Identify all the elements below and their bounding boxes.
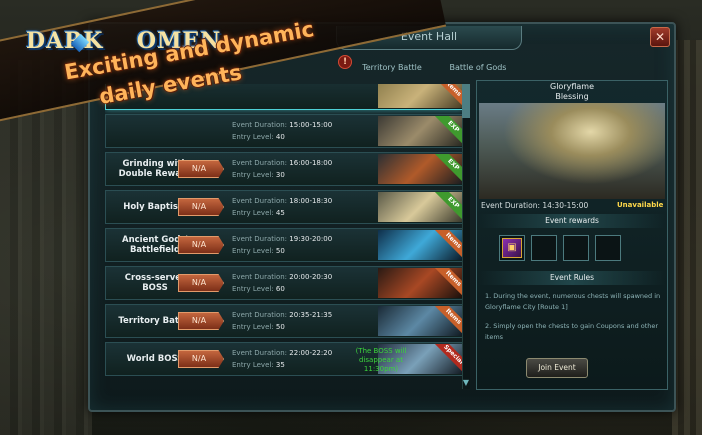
close-button[interactable]: ✕ <box>650 27 670 47</box>
event-thumbnail: Items <box>378 84 462 108</box>
event-info: Event Duration: 16:00-18:00 Entry Level: … <box>232 157 332 181</box>
event-list: Items Event Duration: 15:00-15:00 Entry Le… <box>105 84 463 389</box>
event-status-button[interactable]: N/A <box>178 236 224 254</box>
event-info: Event Duration: 18:00-18:30 Entry Level: … <box>232 195 332 219</box>
event-status-button[interactable]: N/A <box>178 160 224 178</box>
event-duration: 20:35-21:35 <box>289 311 333 319</box>
alert-icon: ! <box>338 55 352 69</box>
entry-level-label: Entry Level: <box>232 133 274 141</box>
entry-level: 50 <box>275 247 285 255</box>
event-thumbnail: Items <box>378 230 462 260</box>
event-status-button[interactable]: N/A <box>178 312 224 330</box>
detail-title: Gloryflame Blessing <box>477 81 667 103</box>
reward-slot[interactable] <box>595 235 621 261</box>
tab-territory-battle[interactable]: Territory Battle <box>362 58 422 78</box>
rewards-header: Event rewards <box>479 214 665 228</box>
event-status-button[interactable]: N/A <box>178 198 224 216</box>
event-row[interactable]: World BOSS N/A Event Duration: 22:00-22:20… <box>105 342 463 376</box>
event-duration: 15:00-15:00 <box>289 121 333 129</box>
entry-level-label: Entry Level: <box>232 171 274 179</box>
event-info: Event Duration: 15:00-15:00 Entry Level: … <box>232 119 332 143</box>
event-detail-panel: Gloryflame Blessing Event Duration: 14:3… <box>476 80 668 390</box>
rule-2: 2. Simply open the chests to gain Coupon… <box>485 322 659 341</box>
reward-type-ribbon: Items <box>433 84 462 108</box>
entry-level: 50 <box>275 323 285 331</box>
reward-type-ribbon: EXP <box>433 154 462 184</box>
reward-type-ribbon: EXP <box>433 116 462 146</box>
scroll-down-icon[interactable]: ▼ <box>461 378 471 388</box>
join-event-button[interactable]: Join Event <box>526 358 588 378</box>
event-thumbnail: Items <box>378 306 462 336</box>
event-thumbnail: Items <box>378 268 462 298</box>
duration-label: Event Duration: <box>232 273 288 281</box>
entry-level: 40 <box>275 133 285 141</box>
detail-title-line2: Blessing <box>555 92 589 101</box>
entry-level-label: Entry Level: <box>232 323 274 331</box>
entry-level: 35 <box>275 361 285 369</box>
entry-level-label: Entry Level: <box>232 361 274 369</box>
event-duration: 20:00-20:30 <box>289 273 333 281</box>
duration-label: Event Duration: <box>232 159 288 167</box>
availability-status: Unavailable <box>617 201 664 209</box>
event-status-button[interactable]: N/A <box>178 274 224 292</box>
event-row[interactable]: Holy Baptism N/A Event Duration: 18:00-18:… <box>105 190 463 224</box>
event-thumbnail: EXP <box>378 192 462 222</box>
reward-type-ribbon: Items <box>433 306 462 336</box>
detail-title-line1: Gloryflame <box>550 82 594 91</box>
chest-icon: ▣ <box>502 238 522 258</box>
event-row[interactable]: Items <box>105 84 463 110</box>
duration-label: Event Duration: <box>232 121 288 129</box>
entry-level-label: Entry Level: <box>232 285 274 293</box>
event-status-button[interactable]: N/A <box>178 350 224 368</box>
event-thumbnail: EXP <box>378 154 462 184</box>
event-artwork <box>479 103 665 199</box>
scrollbar-thumb[interactable] <box>462 84 470 118</box>
event-info: Event Duration: 20:00-20:30 Entry Level: … <box>232 271 332 295</box>
entry-level: 45 <box>275 209 285 217</box>
event-duration: 19:30-20:00 <box>289 235 333 243</box>
event-info: Event Duration: 22:00-22:20 Entry Level: … <box>232 347 332 371</box>
duration-label: Event Duration: <box>232 311 288 319</box>
duration-label: Event Duration: <box>232 349 288 357</box>
event-row[interactable]: Ancient Gods' Battlefield N/A Event Durati… <box>105 228 463 262</box>
reward-slot[interactable]: ▣ <box>499 235 525 261</box>
event-rules: 1. During the event, numerous chests wil… <box>485 291 663 343</box>
event-info: Event Duration: 19:30-20:00 Entry Level: … <box>232 233 332 257</box>
event-duration: 22:00-22:20 <box>289 349 333 357</box>
detail-duration: Event Duration: 14:30-15:00 <box>481 201 589 210</box>
event-row[interactable]: Event Duration: 15:00-15:00 Entry Level: … <box>105 114 463 148</box>
scrollbar-track[interactable] <box>462 84 470 389</box>
event-row[interactable]: Grinding with Double Reward N/A Event Dura… <box>105 152 463 186</box>
boss-note: (The BOSS will disappear at 11:30pm) <box>355 347 407 373</box>
duration-label: Event Duration: <box>232 235 288 243</box>
stone-pillar-right <box>672 40 702 435</box>
stone-pillar-left <box>0 60 92 435</box>
event-thumbnail: EXP <box>378 116 462 146</box>
reward-type-ribbon: EXP <box>433 192 462 222</box>
reward-slot[interactable] <box>531 235 557 261</box>
reward-type-ribbon: Special <box>433 344 462 374</box>
reward-type-ribbon: Items <box>433 268 462 298</box>
entry-level-label: Entry Level: <box>232 209 274 217</box>
tab-battle-of-gods[interactable]: Battle of Gods <box>448 58 508 78</box>
reward-slot[interactable] <box>563 235 589 261</box>
event-row[interactable]: Cross-server BOSS N/A Event Duration: 20:0… <box>105 266 463 300</box>
event-duration: 18:00-18:30 <box>289 197 333 205</box>
rule-1: 1. During the event, numerous chests wil… <box>485 292 661 311</box>
duration-label: Event Duration: <box>232 197 288 205</box>
entry-level: 30 <box>275 171 285 179</box>
event-row[interactable]: Territory Battle N/A Event Duration: 20:35… <box>105 304 463 338</box>
entry-level: 60 <box>275 285 285 293</box>
event-info: Event Duration: 20:35-21:35 Entry Level: … <box>232 309 332 333</box>
reward-type-ribbon: Items <box>433 230 462 260</box>
event-duration: 16:00-18:00 <box>289 159 333 167</box>
entry-level-label: Entry Level: <box>232 247 274 255</box>
rules-header: Event Rules <box>479 271 665 285</box>
panel-title: Event Hall <box>336 26 522 50</box>
